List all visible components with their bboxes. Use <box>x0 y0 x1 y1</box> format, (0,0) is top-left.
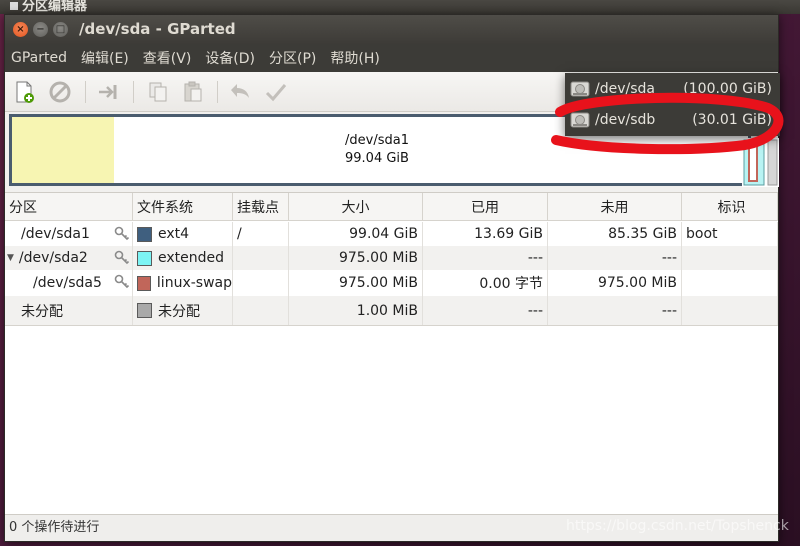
filesystem-cell: 未分配 <box>133 296 233 325</box>
partition-name: /dev/sda2 <box>18 250 88 266</box>
mountpoint-cell <box>233 270 289 296</box>
header-mountpoint[interactable]: 挂载点 <box>233 193 289 220</box>
header-partition[interactable]: 分区 <box>5 193 133 220</box>
unused-cell: 85.35 GiB <box>548 222 682 246</box>
window-title: /dev/sda - GParted <box>79 20 236 38</box>
maximize-button[interactable]: □ <box>53 22 68 37</box>
flags-cell: boot <box>682 222 778 246</box>
filesystem-color-swatch <box>137 226 152 242</box>
filesystem-color-swatch <box>137 275 151 291</box>
flags-cell <box>682 296 778 325</box>
flags-cell <box>682 246 778 270</box>
used-cell: 0.00 字节 <box>423 270 548 296</box>
new-partition-icon[interactable] <box>11 79 37 105</box>
used-cell: 13.69 GiB <box>423 222 548 246</box>
filesystem-color-swatch <box>137 250 152 266</box>
device-name: /dev/sdb <box>595 112 656 128</box>
background-window-titlebar: 分区编辑器 <box>0 0 800 14</box>
device-size: (100.00 GiB) <box>683 81 772 97</box>
close-button[interactable]: × <box>13 22 28 37</box>
graphic-partition-size: 99.04 GiB <box>345 151 409 166</box>
filesystem-label: ext4 <box>158 226 190 242</box>
partition-cell: /dev/sda5 <box>5 270 133 296</box>
key-icon <box>114 274 130 289</box>
table-row[interactable]: 未分配 未分配 1.00 MiB --- --- <box>5 296 778 326</box>
toolbar-separator <box>217 81 218 103</box>
size-cell: 975.00 MiB <box>289 270 423 296</box>
graphic-small-partitions[interactable] <box>742 138 779 187</box>
size-cell: 1.00 MiB <box>289 296 423 325</box>
filesystem-label: extended <box>158 250 225 266</box>
harddisk-icon <box>570 81 590 97</box>
background-window-title: 分区编辑器 <box>22 0 88 14</box>
unused-cell: --- <box>548 296 682 325</box>
flags-cell <box>682 270 778 296</box>
filesystem-color-swatch <box>137 303 152 318</box>
key-icon <box>114 250 130 265</box>
menu-gparted[interactable]: GParted <box>11 50 67 66</box>
paste-icon[interactable] <box>180 79 206 105</box>
menu-partition[interactable]: 分区(P) <box>269 48 316 68</box>
size-cell: 99.04 GiB <box>289 222 423 246</box>
header-filesystem[interactable]: 文件系统 <box>133 193 233 220</box>
filesystem-label: 未分配 <box>158 303 200 320</box>
device-item-sdb[interactable]: /dev/sdb (30.01 GiB) <box>565 105 780 136</box>
device-size: (30.01 GiB) <box>692 112 772 128</box>
filesystem-cell: extended <box>133 246 233 270</box>
table-row[interactable]: /dev/sda1 ext4 / 99.04 GiB 13.69 GiB 85.… <box>5 222 778 246</box>
menu-device[interactable]: 设备(D) <box>205 48 255 68</box>
watermark: https://blog.csdn.net/Topshenck <box>566 518 789 534</box>
device-name: /dev/sda <box>595 81 655 97</box>
partition-cell: ▼ /dev/sda2 <box>5 246 133 270</box>
size-cell: 975.00 MiB <box>289 246 423 270</box>
graphic-free-space-bar <box>12 117 114 183</box>
apply-icon[interactable] <box>263 79 289 105</box>
mountpoint-cell <box>233 246 289 270</box>
device-item-sda[interactable]: /dev/sda (100.00 GiB) <box>565 74 780 105</box>
unused-cell: 975.00 MiB <box>548 270 682 296</box>
unused-cell: --- <box>548 246 682 270</box>
header-used[interactable]: 已用 <box>423 193 548 220</box>
filesystem-cell: ext4 <box>133 222 233 246</box>
table-row[interactable]: /dev/sda5 linux-swap 975.00 MiB 0.00 字节 … <box>5 270 778 296</box>
menu-edit[interactable]: 编辑(E) <box>81 48 129 68</box>
device-selector-dropdown: /dev/sda (100.00 GiB) /dev/sdb (30.01 Gi… <box>565 73 780 136</box>
header-flags[interactable]: 标识 <box>682 193 778 220</box>
filesystem-cell: linux-swap <box>133 270 233 296</box>
partition-name: /dev/sda1 <box>21 226 90 242</box>
used-cell: --- <box>423 246 548 270</box>
header-size[interactable]: 大小 <box>289 193 423 220</box>
toolbar-separator <box>85 81 86 103</box>
partition-cell: /dev/sda1 <box>5 222 133 246</box>
menu-view[interactable]: 查看(V) <box>143 48 192 68</box>
menu-help[interactable]: 帮助(H) <box>330 48 379 68</box>
undo-icon[interactable] <box>227 79 253 105</box>
mountpoint-cell: / <box>233 222 289 246</box>
partition-cell: 未分配 <box>5 296 133 325</box>
partition-table: 分区 文件系统 挂载点 大小 已用 未用 标识 /dev/sda1 ext4 /… <box>5 192 778 514</box>
table-row[interactable]: ▼ /dev/sda2 extended 975.00 MiB --- --- <box>5 246 778 270</box>
key-icon <box>114 226 130 241</box>
titlebar: × − □ /dev/sda - GParted <box>5 15 778 44</box>
copy-icon[interactable] <box>145 79 171 105</box>
partition-name: 未分配 <box>21 303 63 320</box>
toolbar-separator <box>133 81 134 103</box>
delete-icon[interactable] <box>47 79 73 105</box>
expander-triangle-icon[interactable]: ▼ <box>7 253 14 263</box>
mountpoint-cell <box>233 296 289 325</box>
resize-move-icon[interactable] <box>95 79 121 105</box>
app-icon <box>10 2 18 10</box>
minimize-button[interactable]: − <box>33 22 48 37</box>
graphic-partition-name: /dev/sda1 <box>345 133 409 148</box>
menubar: GParted 编辑(E) 查看(V) 设备(D) 分区(P) 帮助(H) <box>5 44 778 72</box>
used-cell: --- <box>423 296 548 325</box>
header-unused[interactable]: 未用 <box>548 193 682 220</box>
filesystem-label: linux-swap <box>156 275 232 291</box>
table-header: 分区 文件系统 挂载点 大小 已用 未用 标识 <box>5 193 778 221</box>
harddisk-icon <box>570 112 590 128</box>
partition-name: /dev/sda5 <box>33 275 102 291</box>
